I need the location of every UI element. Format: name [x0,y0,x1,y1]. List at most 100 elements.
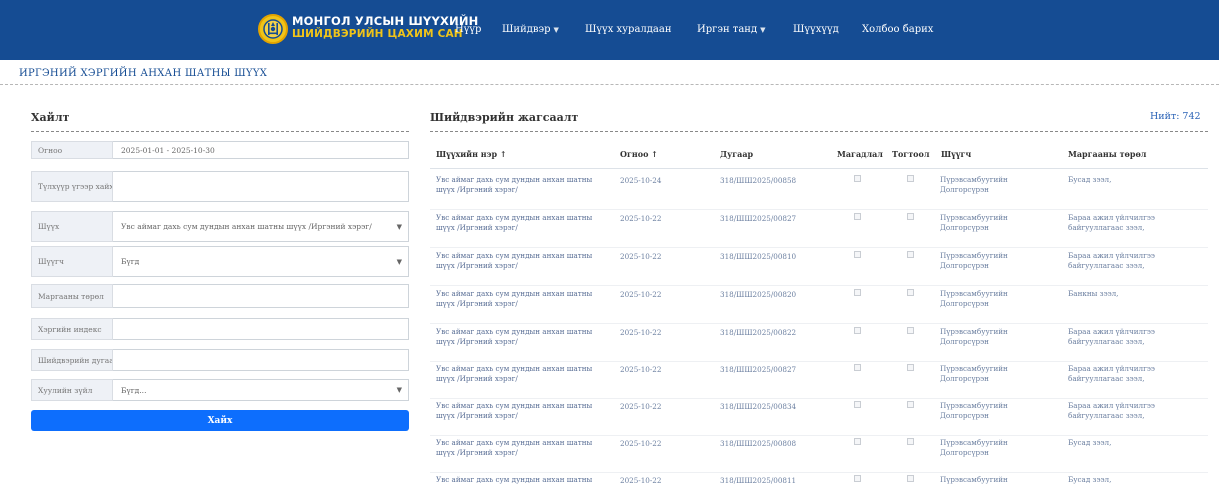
decision-number-link[interactable]: 318/ШШ2025/00822 [720,328,796,338]
ruling-checkbox[interactable] [907,213,914,223]
divider [430,131,1208,132]
court-name-link[interactable]: Увс аймаг дахь сум дундын анхан шатны шү… [436,438,596,458]
nav-item-courts[interactable]: Шүүхүүд [793,24,839,35]
ruling-checkbox[interactable] [907,175,914,185]
nav-label: Шүүхүүд [793,24,839,35]
decision-number-input[interactable] [113,349,409,371]
appeal-checkbox[interactable] [854,289,861,299]
dispute-type: Бусад зээл, [1068,475,1112,484]
judge-name[interactable]: Пүрэвсамбуугийн Долгорсүрэн [940,364,1050,384]
judge-name[interactable]: Пүрэвсамбуугийн Долгорсүрэн [940,438,1050,458]
appeal-checkbox[interactable] [854,438,861,448]
appeal-checkbox[interactable] [854,401,861,411]
keyword-field: Түлхүүр үгээр хайх [31,171,409,202]
keyword-input[interactable] [113,171,409,202]
table-row: Увс аймаг дахь сум дундын анхан шатны шү… [430,396,1208,436]
nav-item-for-citizens[interactable]: Иргэн танд ▼ [697,24,766,35]
decision-number-link[interactable]: 318/ШШ2025/00820 [720,290,796,300]
nav-label: Холбоо барих [862,24,934,35]
appeal-checkbox[interactable] [854,213,861,223]
date-range-input[interactable]: 2025-01-01 - 2025-10-30 [113,141,409,159]
checkbox-icon [907,475,914,482]
chevron-down-icon: ▼ [760,26,766,34]
nav-item-decisions[interactable]: Шийдвэр ▼ [502,24,559,35]
decision-date: 2025-10-22 [620,365,662,374]
decision-number-field: Шийдвэрийн дугаар [31,349,409,371]
checkbox-icon [907,289,914,296]
field-label: Хуулийн зүйл [31,379,113,401]
appeal-checkbox[interactable] [854,364,861,374]
decision-date: 2025-10-22 [620,252,662,261]
nav-item-hearings[interactable]: Шүүх хуралдаан [585,24,672,35]
brand-line-1[interactable]: МОНГОЛ УЛСЫН ШҮҮХИЙН [292,14,479,28]
court-name-link[interactable]: Увс аймаг дахь сум дундын анхан шатны шү… [436,251,596,271]
court-name-link[interactable]: Увс аймаг дахь сум дундын анхан шатны шү… [436,289,596,309]
judge-name[interactable]: Пүрэвсамбуугийн Долгорсүрэн [940,175,1050,195]
column-header-judge: Шүүгч [941,149,972,159]
dispute-type: Бусад зээл, [1068,175,1112,184]
court-select[interactable]: Увс аймаг дахь сум дундын анхан шатны шү… [113,211,409,242]
checkbox-icon [907,401,914,408]
decision-number-link[interactable]: 318/ШШ2025/00808 [720,439,796,449]
decision-number-link[interactable]: 318/ШШ2025/00858 [720,176,796,186]
divider [0,84,1219,85]
search-button[interactable]: Хайх [31,410,409,431]
decision-number-link[interactable]: 318/ШШ2025/00810 [720,252,796,262]
ruling-checkbox[interactable] [907,438,914,448]
decision-number-link[interactable]: 318/ШШ2025/00827 [720,214,796,224]
ruling-checkbox[interactable] [907,289,914,299]
court-name-link[interactable]: Увс аймаг дахь сум дундын анхан шатны шү… [436,401,596,421]
judge-name[interactable]: Пүрэвсамбуугийн Долгорсүрэн [940,289,1050,309]
nav-item-home[interactable]: Нүүр [455,24,481,35]
nav-label: Нүүр [455,24,482,35]
ruling-checkbox[interactable] [907,327,914,337]
court-name-link[interactable]: Увс аймаг дахь сум дундын анхан шатны шү… [436,327,596,347]
appeal-checkbox[interactable] [854,327,861,337]
column-header-appeal: Магадлал [837,149,883,159]
column-header-court[interactable]: Шүүхийн нэр ↑ [436,149,507,159]
court-name-link[interactable]: Увс аймаг дахь сум дундын анхан шатны шү… [436,175,596,195]
court-name-link[interactable]: Увс аймаг дахь сум дундын анхан шатны шү… [436,475,596,486]
checkbox-icon [907,438,914,445]
judge-name[interactable]: Пүрэвсамбуугийн Долгорсүрэн [940,401,1050,421]
ruling-checkbox[interactable] [907,475,914,485]
checkbox-icon [907,213,914,220]
soyombo-logo-icon[interactable] [258,14,288,44]
table-row: Увс аймаг дахь сум дундын анхан шатны шү… [430,246,1208,286]
case-index-input[interactable] [113,318,409,340]
court-name-link[interactable]: Увс аймаг дахь сум дундын анхан шатны шү… [436,213,596,233]
divider [31,131,409,132]
table-row: Увс аймаг дахь сум дундын анхан шатны шү… [430,208,1208,248]
brand-line-2[interactable]: ШИЙДВЭРИЙН ЦАХИМ САН [292,28,463,40]
appeal-checkbox[interactable] [854,251,861,261]
checkbox-icon [854,289,861,296]
law-article-select[interactable]: Бүгд... ▼ [113,379,409,401]
dispute-type: Бараа ажил үйлчилгээ байгууллагаас зээл, [1068,364,1155,383]
judge-name[interactable]: Пүрэвсамбуугийн Долгорсүрэн [940,475,1050,486]
checkbox-icon [907,251,914,258]
decision-number-link[interactable]: 318/ШШ2025/00827 [720,365,796,375]
ruling-checkbox[interactable] [907,251,914,261]
judge-name[interactable]: Пүрэвсамбуугийн Долгорсүрэн [940,251,1050,271]
ruling-checkbox[interactable] [907,401,914,411]
dispute-type-field: Маргааны төрөл [31,284,409,308]
decision-date: 2025-10-22 [620,290,662,299]
dispute-type-input[interactable] [113,284,409,308]
checkbox-icon [854,213,861,220]
decision-number-link[interactable]: 318/ШШ2025/00811 [720,476,796,486]
column-header-date[interactable]: Огноо ↑ [620,149,658,159]
judge-name[interactable]: Пүрэвсамбуугийн Долгорсүрэн [940,327,1050,347]
judge-select[interactable]: Бүгд ▼ [113,246,409,277]
judge-name[interactable]: Пүрэвсамбуугийн Долгорсүрэн [940,213,1050,233]
appeal-checkbox[interactable] [854,475,861,485]
dispute-type: Бараа ажил үйлчилгээ байгууллагаас зээл, [1068,213,1155,232]
table-row: Увс аймаг дахь сум дундын анхан шатны шү… [430,470,1208,486]
nav-item-contact[interactable]: Холбоо барих [862,24,933,35]
ruling-checkbox[interactable] [907,364,914,374]
table-row: Увс аймаг дахь сум дундын анхан шатны шү… [430,433,1208,473]
column-header-number: Дугаар [720,149,754,159]
checkbox-icon [854,175,861,182]
court-name-link[interactable]: Увс аймаг дахь сум дундын анхан шатны шү… [436,364,596,384]
decision-number-link[interactable]: 318/ШШ2025/00834 [720,402,796,412]
appeal-checkbox[interactable] [854,175,861,185]
